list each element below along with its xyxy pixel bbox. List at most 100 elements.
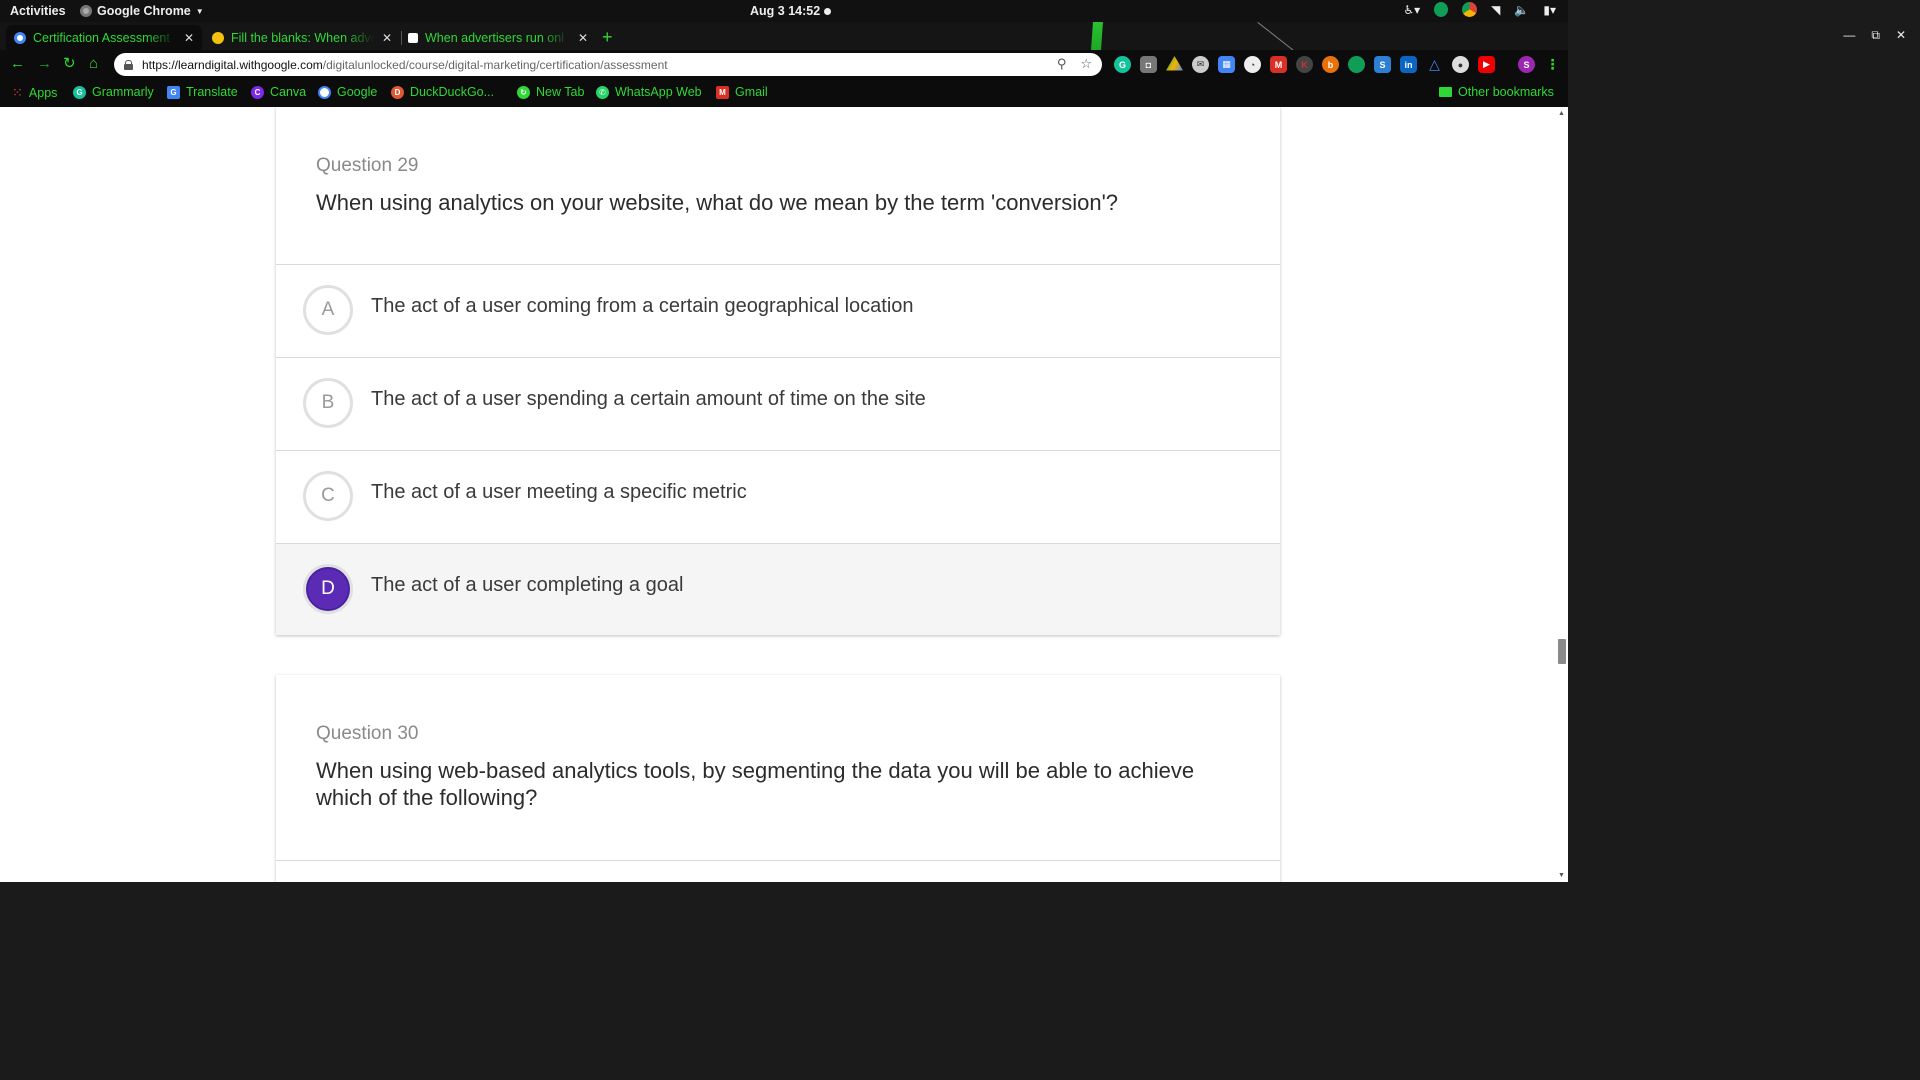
bookmark-translate[interactable]: G Translate [167, 85, 238, 99]
url-host: https://learndigital.withgoogle.com [142, 57, 323, 72]
option-letter-badge: D [303, 564, 353, 614]
gmail-extension-icon[interactable]: M [1270, 56, 1287, 73]
menu-dots-icon[interactable]: ⋮ [1544, 56, 1561, 73]
close-tab-icon[interactable]: ✕ [382, 31, 392, 45]
app-menu[interactable]: Google Chrome ▼ [80, 4, 204, 18]
clock[interactable]: Aug 3 14:52 [750, 4, 832, 18]
extensions-row: G ◘ ✉ ▦ ◔ M K b S in △ ● ▶ S ⋮ [1114, 56, 1561, 73]
question-header: Question 30 When using web-based analyti… [276, 675, 1280, 811]
close-tab-icon[interactable]: ✕ [578, 31, 588, 45]
triangle-extension-icon[interactable]: △ [1426, 56, 1443, 73]
tab-strip: Certification Assessment ✕ Fill the blan… [0, 22, 1568, 50]
speed-extension-icon[interactable]: ◔ [1244, 56, 1261, 73]
close-window-icon[interactable]: ✕ [1896, 28, 1906, 43]
lock-icon[interactable] [124, 59, 133, 70]
system-top-bar: Activities Google Chrome ▼ Aug 3 14:52 ♿… [0, 0, 1568, 22]
new-tab-button[interactable]: + [602, 27, 613, 48]
linkedin-extension-icon[interactable]: in [1400, 56, 1417, 73]
google-favicon-icon [14, 31, 26, 44]
option-text: The act of a user meeting a specific met… [371, 481, 747, 503]
battery-icon[interactable]: ▮▾ [1543, 3, 1556, 17]
translate-icon: G [167, 85, 180, 99]
whatsapp-icon: ✆ [596, 85, 609, 99]
wifi-icon[interactable]: ◥ [1491, 3, 1500, 17]
bookmark-whatsapp[interactable]: ✆ WhatsApp Web [596, 85, 702, 99]
k-extension-icon[interactable]: K [1296, 56, 1313, 73]
s-extension-icon[interactable]: S [1374, 56, 1391, 73]
tab-title: Fill the blanks: When adve [231, 30, 374, 45]
hangouts-tray-icon[interactable] [1434, 2, 1449, 17]
grammarly-extension-icon[interactable]: G [1114, 56, 1131, 73]
option-letter-badge: B [303, 378, 353, 428]
bookmark-label: Translate [186, 85, 238, 99]
system-tray[interactable]: ♿▾ ◥ 🔈 ▮▾ [1403, 2, 1556, 17]
question-text: When using analytics on your website, wh… [316, 190, 1119, 215]
question-number: Question 30 [316, 723, 419, 744]
back-arrow-icon[interactable]: ← [10, 56, 25, 71]
page-scrollbar[interactable]: ▲ ▼ [1556, 107, 1568, 882]
hangouts-extension-icon[interactable] [1348, 56, 1365, 73]
bookmark-apps[interactable]: ⁙ Apps [12, 85, 57, 101]
keep-extension-icon[interactable]: ◘ [1140, 56, 1157, 73]
mail-extension-icon[interactable]: ✉ [1192, 56, 1209, 73]
question-header: Question 29 When using analytics on your… [276, 107, 1280, 216]
gmail-icon: M [716, 85, 729, 99]
question-card-30: Question 30 When using web-based analyti… [276, 675, 1280, 882]
chrome-tray-icon[interactable] [1462, 2, 1478, 17]
bookmark-grammarly[interactable]: G Grammarly [73, 85, 154, 99]
tab-title: Certification Assessment [33, 30, 170, 45]
option-letter-badge: A [303, 285, 353, 335]
scrollbar-thumb[interactable] [1558, 639, 1566, 664]
bookmark-star-icon[interactable]: ☆ [1080, 56, 1092, 72]
profile-avatar[interactable]: S [1518, 56, 1535, 73]
answer-option-b[interactable]: B The act of a user spending a certain a… [276, 357, 1280, 447]
bookmark-label: Gmail [735, 85, 768, 99]
zoom-icon[interactable]: ⚲ [1057, 56, 1067, 72]
brainly-favicon-icon [408, 32, 418, 43]
tab-certification-assessment[interactable]: Certification Assessment ✕ [6, 25, 202, 50]
minimize-icon[interactable]: — [1843, 28, 1855, 43]
newtab-icon: ↻ [517, 85, 530, 99]
maximize-icon[interactable]: ⧉ [1871, 28, 1880, 43]
bulb-favicon-icon [212, 31, 224, 44]
reload-icon[interactable]: ↻ [63, 56, 76, 71]
other-bookmarks[interactable]: Other bookmarks [1439, 85, 1554, 99]
option-text: The act of a user coming from a certain … [371, 295, 914, 317]
folder-icon [1439, 87, 1452, 97]
bookmark-duckduckgo[interactable]: D DuckDuckGo... [391, 85, 494, 99]
white-extension-icon[interactable]: ● [1452, 56, 1469, 73]
accessibility-icon[interactable]: ♿▾ [1403, 3, 1420, 17]
option-letter-badge: C [303, 471, 353, 521]
answer-option-d-selected[interactable]: D The act of a user completing a goal [276, 543, 1280, 635]
tab-fill-the-blanks[interactable]: Fill the blanks: When adve ✕ [204, 25, 400, 50]
bookmark-google[interactable]: Google [318, 85, 377, 99]
answer-option-a[interactable]: A The act of a user coming from a certai… [276, 264, 1280, 354]
activities-button[interactable]: Activities [10, 4, 66, 18]
volume-icon[interactable]: 🔈 [1514, 3, 1529, 17]
orange-extension-icon[interactable]: b [1322, 56, 1339, 73]
chevron-down-icon: ▼ [195, 6, 204, 16]
drive-extension-icon[interactable] [1166, 56, 1183, 71]
scroll-up-icon[interactable]: ▲ [1558, 110, 1565, 117]
calendar-extension-icon[interactable]: ▦ [1218, 56, 1235, 73]
scroll-down-icon[interactable]: ▼ [1558, 872, 1565, 879]
bookmarks-bar: ⁙ Apps G Grammarly G Translate C Canva Googl… [0, 78, 1568, 107]
url-path: /digitalunlocked/course/digital-marketin… [322, 57, 668, 72]
home-icon[interactable]: ⌂ [89, 56, 98, 71]
question-card-29: Question 29 When using analytics on your… [276, 107, 1280, 635]
bookmark-label: Apps [28, 86, 58, 100]
youtube-extension-icon[interactable]: ▶ [1478, 56, 1495, 73]
bookmark-canva[interactable]: C Canva [251, 85, 306, 99]
tab-when-advertisers[interactable]: When advertisers run onl ✕ [400, 25, 596, 50]
bookmark-label: Canva [270, 85, 307, 99]
bookmark-new-tab[interactable]: ↻ New Tab [517, 85, 584, 99]
address-bar[interactable]: https://learndigital.withgoogle.com/digi… [114, 53, 1102, 76]
question-number: Question 29 [316, 155, 419, 176]
bookmark-label: Grammarly [92, 85, 154, 99]
grammarly-icon: G [73, 85, 86, 99]
close-tab-icon[interactable]: ✕ [184, 31, 194, 45]
bookmark-gmail[interactable]: M Gmail [716, 85, 768, 99]
answer-option-c[interactable]: C The act of a user meeting a specific m… [276, 450, 1280, 540]
bookmark-label: DuckDuckGo... [410, 85, 495, 99]
forward-arrow-icon[interactable]: → [37, 56, 52, 71]
